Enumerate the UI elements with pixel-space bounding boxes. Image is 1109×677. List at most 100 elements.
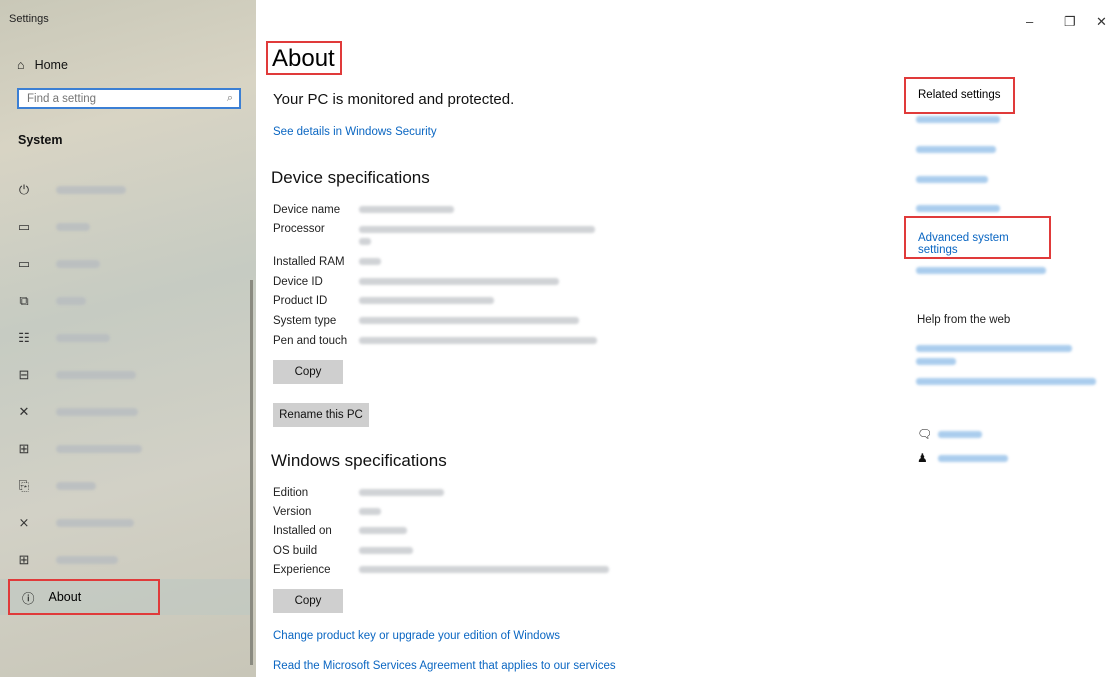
spec-label: System type (273, 315, 337, 327)
feedback-icon: ♟ (917, 451, 928, 465)
change-product-key-link[interactable]: Change product key or upgrade your editi… (273, 630, 560, 642)
tablet-icon: ☷ (18, 330, 30, 345)
blurred-label (56, 445, 142, 453)
restore-icon[interactable]: ❐ (1064, 14, 1076, 30)
blurred-label (56, 519, 134, 527)
related-link-blurred[interactable] (916, 146, 996, 153)
search-input[interactable] (25, 92, 209, 106)
home-link[interactable]: ⌂ Home (17, 58, 68, 72)
blurred-label (56, 186, 126, 194)
remote-desktop-icon: ⨯ (18, 515, 30, 530)
page-title: About (266, 41, 342, 75)
about-label: About (48, 590, 82, 604)
blurred-label (56, 334, 110, 342)
blurred-label (56, 556, 118, 564)
windows-security-link[interactable]: See details in Windows Security (273, 126, 437, 138)
copy-device-specs-button[interactable]: Copy (273, 360, 343, 384)
spec-label: Device ID (273, 276, 323, 288)
sidebar-item-optional[interactable]: ⊞ (14, 546, 246, 574)
related-settings-heading: Related settings (904, 77, 1015, 114)
close-icon[interactable]: ✕ (1096, 14, 1107, 30)
section-system: System (18, 133, 63, 147)
search-box[interactable]: ⌕ (17, 88, 241, 109)
advanced-system-settings-link[interactable]: Advanced system settings (918, 232, 1009, 256)
spec-value (359, 547, 413, 554)
optional-icon: ⊞ (18, 552, 30, 567)
battery-icon: ▭ (17, 256, 31, 271)
protection-status: Your PC is monitored and protected. (273, 91, 515, 108)
blurred-label (56, 260, 100, 268)
power-icon: ⏻ (18, 182, 30, 197)
help-link-blurred[interactable] (916, 358, 956, 365)
spec-value (359, 489, 444, 496)
multitasking-icon: ⊟ (18, 367, 30, 382)
right-panel: Related settings Advanced system setting… (902, 0, 1102, 677)
spec-label: Version (273, 506, 312, 518)
blurred-label (56, 297, 86, 305)
spec-label: Product ID (273, 295, 328, 307)
rename-pc-button[interactable]: Rename this PC (273, 403, 369, 427)
info-icon: ⓘ (22, 591, 35, 606)
spec-value (359, 278, 559, 285)
display-icon: ▭ (17, 219, 31, 234)
sidebar-item-shared[interactable]: ⊞ (14, 435, 246, 463)
spec-value (359, 206, 454, 213)
storage-icon: ⧉ (19, 293, 29, 308)
related-link-blurred[interactable] (916, 116, 1000, 123)
advanced-system-settings-highlight: Advanced system settings (904, 216, 1051, 259)
copy-windows-specs-button[interactable]: Copy (273, 589, 343, 613)
windows-specs-heading: Windows specifications (271, 451, 447, 470)
services-agreement-link[interactable]: Read the Microsoft Services Agreement th… (273, 660, 616, 672)
spec-label: Processor (273, 223, 325, 235)
sidebar-item-storage[interactable]: ⧉ (14, 287, 246, 315)
spec-value (359, 508, 381, 515)
related-link-blurred[interactable] (916, 176, 988, 183)
sidebar-item-projecting[interactable]: ✕ (14, 398, 246, 426)
get-help-link-blurred[interactable] (938, 431, 982, 438)
sidebar-item-battery[interactable]: ▭ (14, 250, 246, 278)
spec-label: Experience (273, 564, 331, 576)
home-icon: ⌂ (17, 58, 25, 72)
shared-experiences-icon: ⊞ (18, 441, 30, 456)
give-feedback-link-blurred[interactable] (938, 455, 1008, 462)
related-link-blurred[interactable] (916, 267, 1046, 274)
help-link-blurred[interactable] (916, 345, 1072, 352)
related-link-blurred[interactable] (916, 205, 1000, 212)
sidebar-item-multitasking[interactable]: ⊟ (14, 361, 246, 389)
minimize-icon[interactable]: – (1026, 14, 1033, 29)
blurred-label (56, 408, 138, 416)
help-from-web-heading: Help from the web (917, 314, 1011, 326)
spec-label: Edition (273, 487, 309, 499)
help-link-blurred[interactable] (916, 378, 1096, 385)
sidebar-item-tablet[interactable]: ☷ (14, 324, 246, 352)
spec-label: OS build (273, 545, 318, 557)
clipboard-icon: ⎘ (18, 478, 30, 493)
spec-value (359, 566, 609, 573)
sidebar-scrollbar[interactable] (250, 280, 253, 665)
sidebar-item-remote[interactable]: ⨯ (14, 509, 246, 537)
spec-value (359, 297, 494, 304)
spec-value (359, 238, 371, 245)
search-icon[interactable]: ⌕ (227, 92, 233, 105)
blurred-label (56, 371, 136, 379)
spec-label: Pen and touch (273, 335, 348, 347)
spec-label: Installed on (273, 525, 332, 537)
device-specs-heading: Device specifications (271, 168, 430, 187)
sidebar: Settings ⌂ Home ⌕ System ⏻ ▭ ▭ ⧉ ☷ ⊟ ✕ ⊞… (0, 0, 256, 677)
home-label: Home (34, 58, 68, 72)
spec-value (359, 527, 407, 534)
spec-value (359, 226, 595, 233)
sidebar-item-power[interactable]: ⏻ (14, 176, 246, 204)
spec-value (359, 317, 579, 324)
projecting-icon: ✕ (18, 404, 30, 419)
sidebar-item-display[interactable]: ▭ (14, 213, 246, 241)
spec-label: Installed RAM (273, 256, 345, 268)
sidebar-item-about[interactable]: ⓘ About (8, 579, 160, 615)
sidebar-item-clipboard[interactable]: ⎘ (14, 472, 246, 500)
get-help-icon: 🗨 (917, 427, 933, 441)
window-title: Settings (9, 13, 49, 25)
spec-value (359, 337, 597, 344)
spec-value (359, 258, 381, 265)
blurred-label (56, 482, 96, 490)
spec-label: Device name (273, 204, 341, 216)
